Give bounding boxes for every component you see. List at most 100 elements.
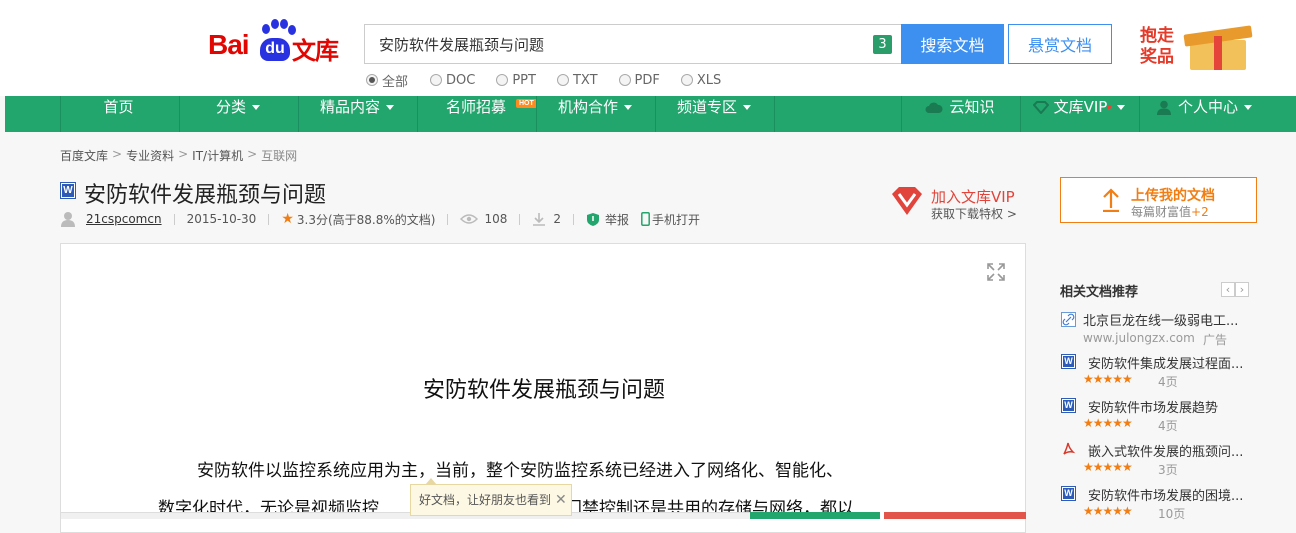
nav-vip[interactable]: 文库VIP bbox=[1020, 96, 1138, 132]
nav-cloud-knowledge[interactable]: 云知识 bbox=[901, 96, 1019, 132]
related-next-button[interactable]: › bbox=[1235, 282, 1249, 297]
search-docs-button[interactable]: 搜索文档 bbox=[901, 24, 1004, 64]
chevron-down-icon bbox=[386, 105, 394, 110]
baidu-wenku-logo[interactable]: Bai du 文库 bbox=[208, 18, 348, 65]
bottom-toolbar bbox=[61, 512, 750, 519]
radio-icon bbox=[680, 74, 693, 86]
breadcrumb-item[interactable]: 互联网 bbox=[261, 147, 297, 164]
filter-txt[interactable]: TXT bbox=[556, 71, 598, 89]
radio-icon bbox=[556, 74, 569, 86]
phone-icon bbox=[641, 212, 650, 226]
bottom-red-button[interactable] bbox=[884, 512, 1026, 519]
star-icon: ★ bbox=[281, 211, 294, 227]
upload-date: 2015-10-30 bbox=[186, 212, 257, 226]
chevron-down-icon bbox=[1244, 105, 1252, 110]
filter-doc[interactable]: DOC bbox=[430, 71, 475, 89]
author-avatar-icon bbox=[61, 212, 75, 227]
header: Bai du 文库 3 搜索文档 悬赏文档 全部 DOC PPT TXT PDF… bbox=[0, 0, 1296, 96]
prize-promo[interactable]: 抱走 奖品 bbox=[1140, 24, 1260, 76]
page-heading: 安防软件发展瓶颈与问题 bbox=[422, 378, 665, 403]
related-docs-title: 相关文档推荐 bbox=[1060, 285, 1139, 300]
download-count: 2 bbox=[553, 212, 562, 226]
cloud-icon bbox=[925, 102, 944, 113]
search-count-badge: 3 bbox=[873, 35, 892, 54]
filter-xls[interactable]: XLS bbox=[680, 71, 721, 89]
open-on-mobile-link[interactable]: 手机打开 bbox=[652, 211, 700, 228]
doc-meta: 21cspcomcn 2015-10-30 ★ 3.3分(高于88.8%的文档)… bbox=[60, 210, 700, 228]
word-doc-icon: W bbox=[1061, 354, 1076, 369]
related-doc-link[interactable]: 嵌入式软件发展的瓶颈问... bbox=[1088, 441, 1243, 460]
rating-stars: ★★★★★ bbox=[1083, 416, 1133, 430]
search-input[interactable] bbox=[365, 25, 865, 63]
join-vip-promo[interactable]: 加入文库VIP 获取下载特权 > bbox=[890, 185, 1020, 221]
file-type-filters: 全部 DOC PPT TXT PDF XLS bbox=[366, 71, 742, 90]
vip-gem-icon bbox=[892, 187, 922, 215]
logo-paw-icon bbox=[280, 19, 288, 29]
upload-document-button[interactable]: 上传我的文档 每篇财富值+2 bbox=[1060, 177, 1257, 223]
radio-checked-icon bbox=[366, 74, 378, 86]
hot-badge: HOT bbox=[516, 99, 537, 108]
pdf-icon bbox=[1063, 442, 1076, 455]
nav-channel[interactable]: 频道专区 bbox=[655, 96, 773, 132]
filter-pdf[interactable]: PDF bbox=[618, 71, 660, 89]
doc-rating: 3.3分(高于88.8%的文档) bbox=[296, 212, 436, 227]
promo-text: 抱走 奖品 bbox=[1140, 26, 1174, 67]
radio-icon bbox=[496, 74, 509, 86]
fullscreen-icon[interactable] bbox=[986, 262, 1006, 282]
vip-privilege-label: 获取下载特权 > bbox=[931, 207, 1017, 221]
page-count: 3页 bbox=[1158, 463, 1178, 477]
related-prev-button[interactable]: ‹ bbox=[1221, 282, 1235, 297]
bottom-green-button[interactable] bbox=[750, 512, 880, 519]
diamond-icon bbox=[1032, 101, 1049, 115]
gift-ribbon-icon bbox=[1214, 36, 1222, 70]
doc-paragraph: 安防软件以监控系统应用为主，当前，整个安防监控系统已经进入了网络化、智能化、 bbox=[197, 461, 843, 481]
page-count: 4页 bbox=[1158, 419, 1178, 433]
ad-url: www.julongzx.com bbox=[1083, 331, 1195, 345]
rating-stars: ★★★★★ bbox=[1083, 460, 1133, 474]
nav-home[interactable]: 首页 bbox=[60, 96, 177, 132]
share-tooltip: 好文档，让好朋友也看到 ✕ bbox=[410, 478, 572, 516]
filter-all[interactable]: 全部 bbox=[366, 71, 408, 90]
breadcrumb: 百度文库 > 专业资料 > IT/计算机 > 互联网 bbox=[60, 147, 298, 164]
report-link[interactable]: 举报 bbox=[605, 211, 629, 228]
word-doc-icon: W bbox=[1061, 486, 1076, 501]
download-icon bbox=[533, 213, 546, 226]
logo-paw-icon bbox=[271, 19, 279, 29]
link-icon bbox=[1061, 312, 1076, 327]
rating-stars: ★★★★★ bbox=[1083, 372, 1133, 386]
nav-personal-center[interactable]: 个人中心 bbox=[1139, 96, 1269, 132]
related-doc-link[interactable]: 安防软件市场发展趋势 bbox=[1088, 397, 1218, 416]
chevron-down-icon bbox=[743, 105, 751, 110]
doc-title: 安防软件发展瓶颈与问题 bbox=[84, 183, 327, 208]
breadcrumb-item[interactable]: IT/计算机 bbox=[192, 147, 243, 164]
logo-paw-icon bbox=[262, 24, 270, 34]
nav-institution[interactable]: 机构合作 bbox=[536, 96, 654, 132]
view-count: 108 bbox=[484, 212, 508, 226]
nav-category[interactable]: 分类 bbox=[179, 96, 297, 132]
close-icon[interactable]: ✕ bbox=[555, 485, 567, 515]
logo-bai: Bai bbox=[208, 29, 250, 60]
ad-badge: 广告 bbox=[1203, 333, 1228, 347]
main-nav: 首页 分类 精品内容 名师招募 HOT 机构合作 频道专区 云知识 文库VIP … bbox=[5, 96, 1296, 132]
chevron-down-icon bbox=[252, 105, 260, 110]
author-link[interactable]: 21cspcomcn bbox=[86, 212, 162, 226]
related-doc-link[interactable]: 安防软件市场发展的困境... bbox=[1088, 485, 1243, 504]
word-doc-icon: W bbox=[1061, 398, 1076, 413]
page-count: 4页 bbox=[1158, 375, 1178, 389]
shield-icon bbox=[587, 212, 600, 226]
related-doc-link[interactable]: 安防软件集成发展过程面... bbox=[1088, 353, 1243, 372]
radio-icon bbox=[618, 74, 631, 86]
upload-arrow-icon bbox=[1103, 188, 1119, 212]
breadcrumb-item[interactable]: 专业资料 bbox=[126, 147, 174, 164]
user-icon bbox=[1156, 100, 1171, 115]
breadcrumb-item[interactable]: 百度文库 bbox=[60, 147, 108, 164]
rating-stars: ★★★★★ bbox=[1083, 504, 1133, 518]
chevron-down-icon bbox=[624, 105, 632, 110]
logo-du: du bbox=[260, 38, 290, 61]
eye-icon bbox=[460, 214, 479, 224]
join-vip-label: 加入文库VIP bbox=[931, 188, 1015, 206]
nav-premium[interactable]: 精品内容 bbox=[298, 96, 416, 132]
reward-docs-button[interactable]: 悬赏文档 bbox=[1008, 24, 1112, 64]
filter-ppt[interactable]: PPT bbox=[496, 71, 536, 89]
related-doc-link[interactable]: 北京巨龙在线一级弱电工... bbox=[1083, 310, 1238, 329]
